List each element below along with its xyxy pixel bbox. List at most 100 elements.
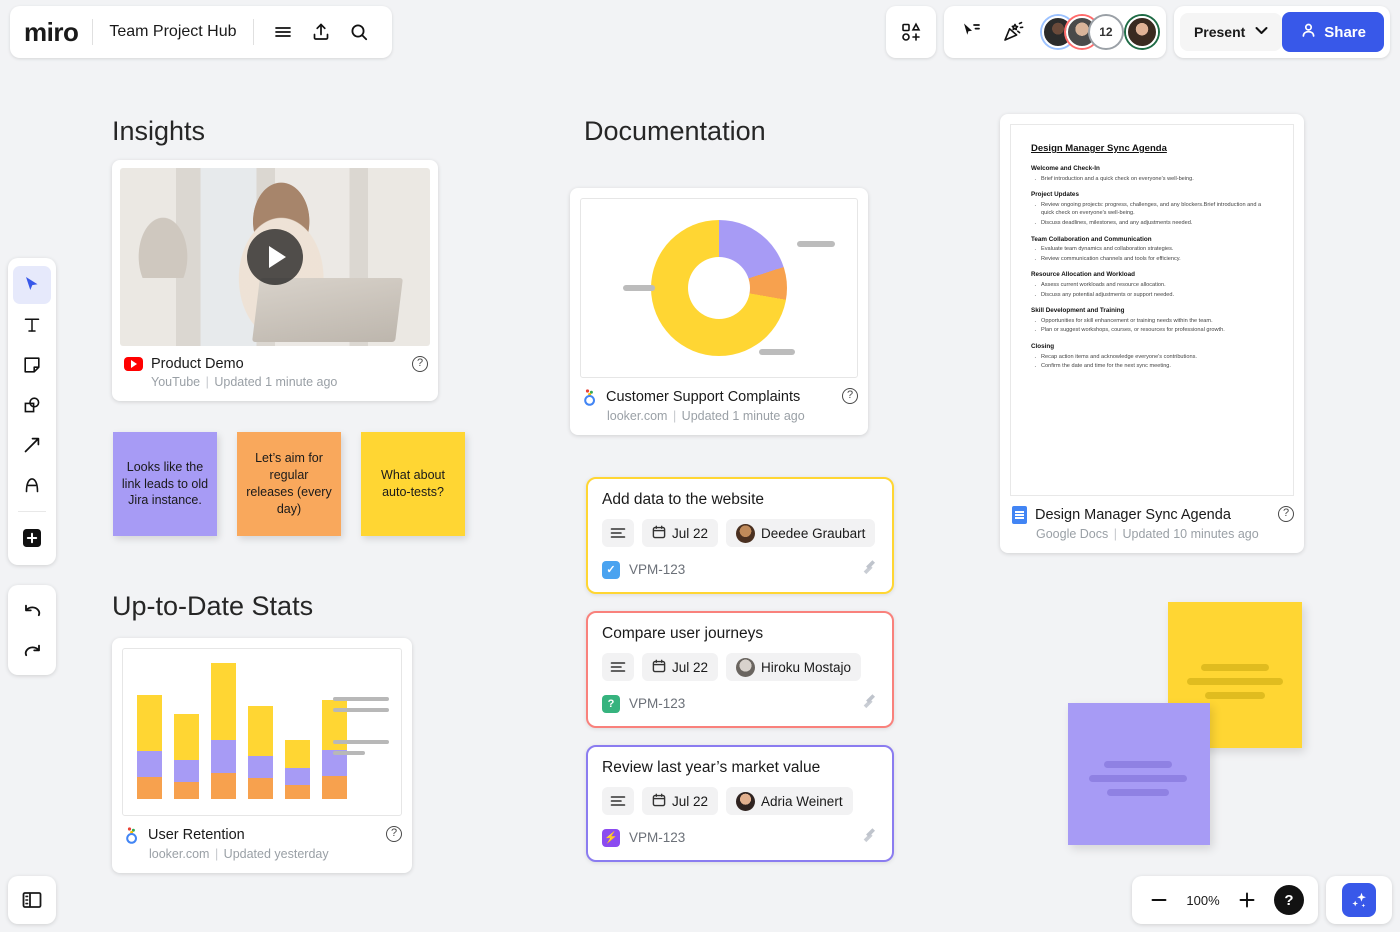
sticky-note[interactable]: Let’s aim for regular releases (every da… — [237, 432, 341, 536]
play-button-icon[interactable] — [247, 229, 303, 285]
purple-placeholder-sticky[interactable] — [1068, 703, 1210, 845]
side-panel-icon[interactable] — [8, 876, 56, 924]
text-tool[interactable] — [13, 306, 51, 344]
jira-icon[interactable] — [858, 691, 878, 716]
donut-card-footer: Customer Support Complaints looker.com |… — [570, 378, 868, 435]
donut-legend-placeholder — [623, 285, 655, 291]
share-label: Share — [1324, 24, 1366, 41]
avatar-self[interactable] — [1126, 16, 1158, 48]
task-title[interactable]: Add data to the website — [602, 491, 878, 509]
donut-source: looker.com — [607, 409, 667, 423]
apps-add-icon[interactable] — [892, 13, 930, 51]
zoom-level[interactable]: 100% — [1186, 893, 1220, 908]
task-footer: ✓ VPM-123 — [602, 557, 878, 582]
donut-card-meta: looker.com | Updated 1 minute ago — [582, 409, 856, 423]
shapes-tool[interactable] — [13, 386, 51, 424]
bar-chart — [122, 648, 402, 816]
task-key-row[interactable]: ? VPM-123 — [602, 695, 685, 713]
donut-hole — [688, 257, 750, 319]
bar-chart-bars — [137, 669, 347, 799]
description-lines-icon[interactable] — [602, 519, 634, 547]
zoom-in-icon[interactable] — [1234, 887, 1260, 913]
sticky-note[interactable]: What about auto-tests? — [361, 432, 465, 536]
task-key-row[interactable]: ⚡ VPM-123 — [602, 829, 685, 847]
zoom-out-icon[interactable] — [1146, 887, 1172, 913]
looker-icon — [582, 388, 598, 406]
task-card[interactable]: Add data to the website Jul 22 Deedee Gr… — [586, 477, 894, 594]
select-tool[interactable] — [13, 266, 51, 304]
task-title[interactable]: Review last year’s market value — [602, 759, 878, 777]
help-icon[interactable]: ? — [842, 388, 858, 404]
video-card-title[interactable]: Product Demo — [151, 356, 244, 372]
bar-chart-card-title[interactable]: User Retention — [148, 827, 245, 843]
task-card[interactable]: Review last year’s market value Jul 22 A… — [586, 745, 894, 862]
document-bullet: Recap action items and acknowledge every… — [1031, 353, 1273, 362]
document-card-title[interactable]: Design Manager Sync Agenda — [1035, 507, 1231, 523]
donut-chart — [580, 198, 858, 378]
jira-icon[interactable] — [858, 825, 878, 850]
task-assignee-chip[interactable]: Hiroku Mostajo — [726, 653, 861, 681]
donut-card-title[interactable]: Customer Support Complaints — [606, 389, 800, 405]
collaborator-avatars[interactable]: 12 — [1042, 16, 1158, 48]
avatar — [736, 658, 755, 677]
help-icon[interactable]: ? — [1278, 506, 1294, 522]
document-source: Google Docs — [1036, 527, 1108, 541]
document-updated: Updated 10 minutes ago — [1122, 527, 1258, 541]
miro-logo[interactable]: miro — [24, 17, 92, 48]
task-due-date: Jul 22 — [672, 526, 708, 541]
sticky-note-tool[interactable] — [13, 346, 51, 384]
description-lines-icon[interactable] — [602, 653, 634, 681]
history-toolbar — [8, 585, 56, 675]
task-due-date-chip[interactable]: Jul 22 — [642, 519, 718, 547]
meta-separator: | — [204, 375, 211, 389]
miro-board-canvas[interactable]: miro Team Project Hub — [0, 0, 1400, 932]
task-assignee-chip[interactable]: Adria Weinert — [726, 787, 853, 815]
connection-line-tool[interactable] — [13, 426, 51, 464]
help-button[interactable]: ? — [1274, 885, 1304, 915]
task-due-date-chip[interactable]: Jul 22 — [642, 787, 718, 815]
chevron-down-icon[interactable] — [1247, 26, 1276, 38]
help-icon[interactable]: ? — [412, 356, 428, 372]
bar-chart-card[interactable]: User Retention looker.com | Updated yest… — [112, 638, 412, 873]
document-bullet: Assess current workloads and resource al… — [1031, 281, 1273, 290]
sticky-note[interactable]: Looks like the link leads to old Jira in… — [113, 432, 217, 536]
task-assignee-chip[interactable]: Deedee Graubart — [726, 519, 875, 547]
celebration-icon[interactable] — [994, 13, 1032, 51]
collaborator-count-badge[interactable]: 12 — [1090, 16, 1122, 48]
more-apps-tool[interactable] — [13, 519, 51, 557]
stats-updated: Updated yesterday — [224, 847, 329, 861]
document-heading: Design Manager Sync Agenda — [1031, 143, 1273, 154]
description-lines-icon[interactable] — [602, 787, 634, 815]
pen-tool[interactable] — [13, 466, 51, 504]
document-bullet: Brief introduction and a quick check on … — [1031, 175, 1273, 184]
help-icon[interactable]: ? — [386, 826, 402, 842]
task-due-date-chip[interactable]: Jul 22 — [642, 653, 718, 681]
avatar — [736, 524, 755, 543]
hamburger-menu-icon[interactable] — [264, 13, 302, 51]
sticky-note-text: Let’s aim for regular releases (every da… — [245, 450, 333, 518]
board-title[interactable]: Team Project Hub — [93, 23, 252, 41]
document-card[interactable]: Design Manager Sync Agenda Welcome and C… — [1000, 114, 1304, 553]
search-icon[interactable] — [340, 13, 378, 51]
redo-icon[interactable] — [13, 631, 51, 669]
undo-icon[interactable] — [13, 591, 51, 629]
video-embed-card[interactable]: Product Demo YouTube | Updated 1 minute … — [112, 160, 438, 401]
task-key-row[interactable]: ✓ VPM-123 — [602, 561, 685, 579]
task-type-badge: ⚡ — [602, 829, 620, 847]
task-meta-row: Jul 22 Hiroku Mostajo — [602, 653, 878, 681]
toolbar-divider — [18, 511, 46, 512]
video-thumbnail[interactable] — [120, 168, 430, 346]
video-card-meta: YouTube | Updated 1 minute ago — [124, 375, 426, 389]
task-card[interactable]: Compare user journeys Jul 22 Hiroku Most… — [586, 611, 894, 728]
present-button[interactable]: Present — [1180, 13, 1282, 51]
jira-icon[interactable] — [858, 557, 878, 582]
document-section-heading: Skill Development and Training — [1031, 307, 1273, 314]
task-assignee-name: Adria Weinert — [761, 794, 843, 809]
ai-sparkle-icon[interactable] — [1342, 883, 1376, 917]
upload-icon[interactable] — [302, 13, 340, 51]
share-button[interactable]: Share — [1282, 12, 1384, 52]
task-assignee-name: Hiroku Mostajo — [761, 660, 851, 675]
donut-chart-card[interactable]: Customer Support Complaints looker.com |… — [570, 188, 868, 435]
task-title[interactable]: Compare user journeys — [602, 625, 878, 643]
cursor-chat-icon[interactable] — [952, 13, 990, 51]
